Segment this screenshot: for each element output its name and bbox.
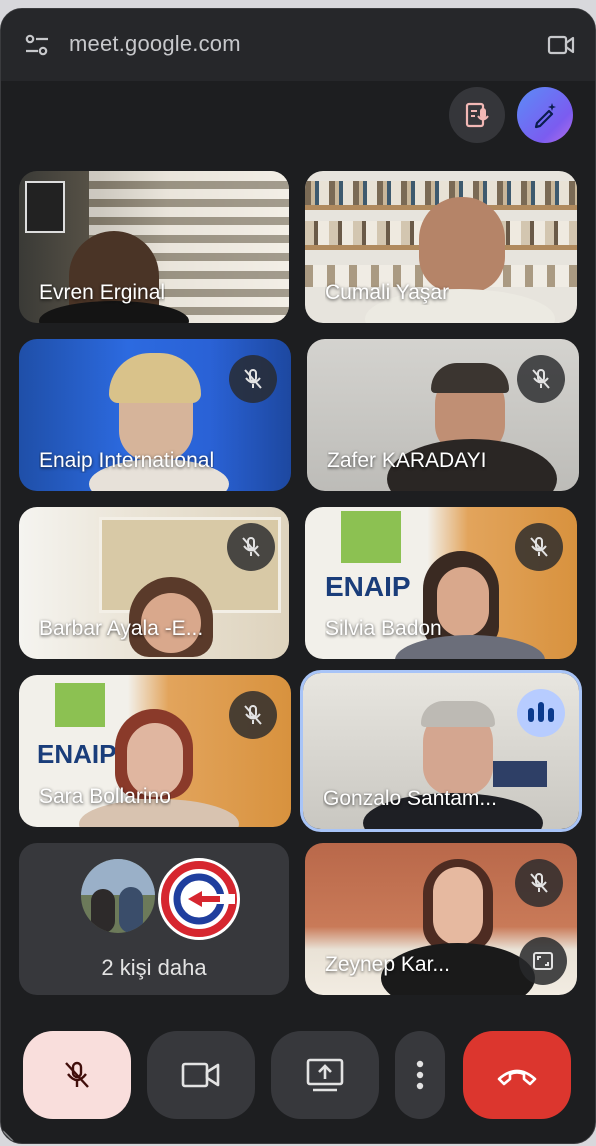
- participant-name: Evren Erginal: [39, 281, 166, 304]
- mic-off-icon: [242, 537, 260, 557]
- mic-off-badge: [515, 523, 563, 571]
- more-participants-label: 2 kişi daha: [101, 955, 207, 980]
- participant-name: Enaip International: [39, 449, 215, 472]
- participant-name: Zeynep Kar...: [325, 953, 450, 976]
- participant-avatar: [155, 855, 243, 943]
- present-screen-icon: [306, 1058, 344, 1092]
- company-logo-icon: [161, 861, 237, 937]
- tune-icon[interactable]: [23, 31, 51, 59]
- mic-off-badge: [517, 355, 565, 403]
- participant-tile[interactable]: ENAIP Silvia Badon: [305, 507, 577, 659]
- expand-tile-button[interactable]: [519, 937, 567, 985]
- mic-off-icon: [532, 369, 550, 389]
- participant-name: Gonzalo Santam...: [323, 787, 497, 810]
- mic-off-badge: [229, 355, 277, 403]
- participant-tile[interactable]: Evren Erginal: [19, 171, 289, 323]
- participant-name: Zafer KARADAYI: [327, 449, 487, 472]
- participant-name: Silvia Badon: [325, 617, 442, 640]
- participant-tile[interactable]: Barbar Ayala -E...: [19, 507, 289, 659]
- resize-grip-icon[interactable]: [1, 1125, 19, 1143]
- effects-button[interactable]: [517, 87, 573, 143]
- mic-off-badge: [227, 523, 275, 571]
- sparkle-pen-icon: [534, 103, 556, 129]
- participant-name: Barbar Ayala -E...: [39, 617, 204, 640]
- participant-name: Sara Bollarino: [39, 785, 171, 808]
- mic-off-icon: [244, 705, 262, 725]
- more-participants-tile[interactable]: 2 kişi daha: [19, 843, 289, 995]
- url-text[interactable]: meet.google.com: [69, 31, 241, 57]
- participant-tile[interactable]: Zeynep Kar...: [305, 843, 577, 995]
- browser-titlebar: meet.google.com: [1, 9, 595, 81]
- participant-avatar: [81, 859, 155, 933]
- microphone-toggle-button[interactable]: [23, 1031, 131, 1119]
- mic-off-icon: [65, 1061, 89, 1088]
- call-end-icon: [497, 1069, 537, 1086]
- more-vert-icon: [416, 1060, 424, 1090]
- mic-off-icon: [530, 537, 548, 557]
- participant-name: Cumali Yaşar: [325, 281, 450, 304]
- mic-off-badge: [229, 691, 277, 739]
- enaip-logo: ENAIP: [37, 739, 117, 769]
- participant-tile[interactable]: Enaip International: [19, 339, 291, 491]
- mic-off-badge: [515, 859, 563, 907]
- meet-window: meet.google.com Evren Erginal Cumali Yaş…: [0, 8, 596, 1144]
- participant-tile[interactable]: Zafer KARADAYI: [307, 339, 579, 491]
- participant-tile[interactable]: ENAIP Sara Bollarino: [19, 675, 291, 827]
- mic-off-icon: [244, 369, 262, 389]
- transcript-notes-icon: [465, 102, 489, 128]
- speaking-indicator: [517, 689, 565, 737]
- more-options-button[interactable]: [395, 1031, 445, 1119]
- enaip-logo: ENAIP: [325, 571, 411, 602]
- video-camera-icon: [181, 1062, 220, 1088]
- leave-call-button[interactable]: [463, 1031, 571, 1119]
- participant-tile[interactable]: Cumali Yaşar: [305, 171, 577, 323]
- camera-toggle-button[interactable]: [147, 1031, 255, 1119]
- participant-tile-active-speaker[interactable]: Gonzalo Santam...: [300, 670, 582, 832]
- notes-button[interactable]: [449, 87, 505, 143]
- video-camera-icon[interactable]: [547, 33, 575, 57]
- mic-off-icon: [530, 873, 548, 893]
- present-screen-button[interactable]: [271, 1031, 379, 1119]
- fullscreen-icon: [533, 952, 553, 970]
